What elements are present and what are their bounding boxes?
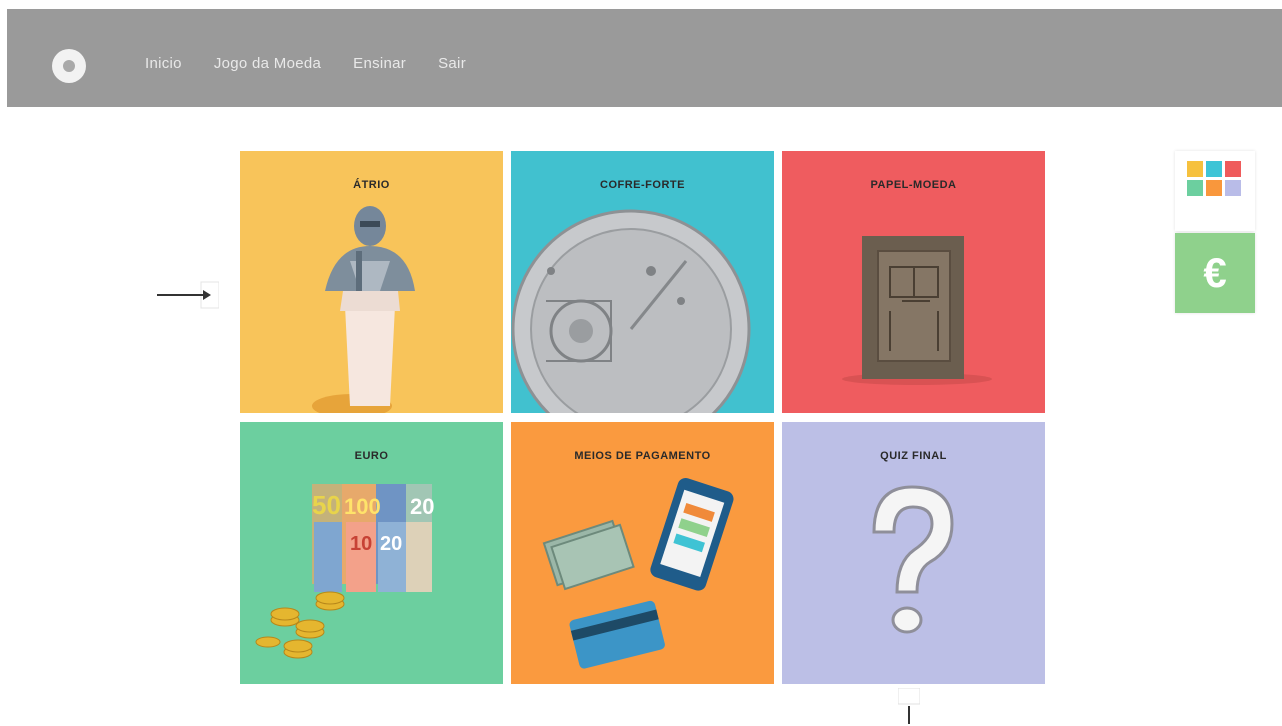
tile-title: EURO — [354, 450, 389, 462]
tile-payment-methods[interactable]: MEIOS DE PAGAMENTO — [511, 422, 774, 684]
nav-link-coin-game[interactable]: Jogo da Moeda — [214, 55, 321, 72]
grid-icon — [1187, 161, 1241, 196]
tile-atrium[interactable]: ÁTRIO — [240, 151, 503, 413]
nav-link-teach[interactable]: Ensinar — [353, 55, 406, 72]
tile-title: ÁTRIO — [353, 179, 390, 191]
tile-title: MEIOS DE PAGAMENTO — [574, 450, 711, 462]
tile-title: PAPEL-MOEDA — [870, 179, 957, 191]
tile-vault[interactable]: COFRE-FORTE — [511, 151, 774, 413]
main-nav: Inicio Jogo da Moeda Ensinar Sair — [145, 55, 466, 72]
nav-link-home[interactable]: Inicio — [145, 55, 182, 72]
banknote-label: 50 — [312, 490, 341, 520]
tile-title: COFRE-FORTE — [600, 179, 685, 191]
rooms-grid: ÁTRIO COFRE-FORTE PAPEL-MOEDA 50 100 20 … — [240, 151, 1045, 687]
down-arrow-icon — [898, 688, 920, 724]
banknote-label: 20 — [410, 494, 434, 519]
tile-title: QUIZ FINAL — [880, 450, 947, 462]
rooms-grid-button[interactable] — [1175, 151, 1255, 231]
banknote-label: 20 — [380, 533, 402, 555]
tile-final-quiz[interactable]: QUIZ FINAL — [782, 422, 1045, 684]
banknote-label: 100 — [344, 494, 381, 519]
logo-icon[interactable] — [52, 49, 86, 83]
banknote-label: 10 — [350, 533, 372, 555]
nav-link-exit[interactable]: Sair — [438, 55, 466, 72]
top-navigation-bar: Inicio Jogo da Moeda Ensinar Sair — [7, 9, 1282, 107]
pointer-arrow-icon — [157, 281, 219, 309]
tile-euro[interactable]: 50 100 20 10 20 EURO — [240, 422, 503, 684]
euro-icon: € — [1203, 249, 1227, 296]
euro-button[interactable]: € — [1175, 233, 1255, 313]
tile-paper-money[interactable]: PAPEL-MOEDA — [782, 151, 1045, 413]
